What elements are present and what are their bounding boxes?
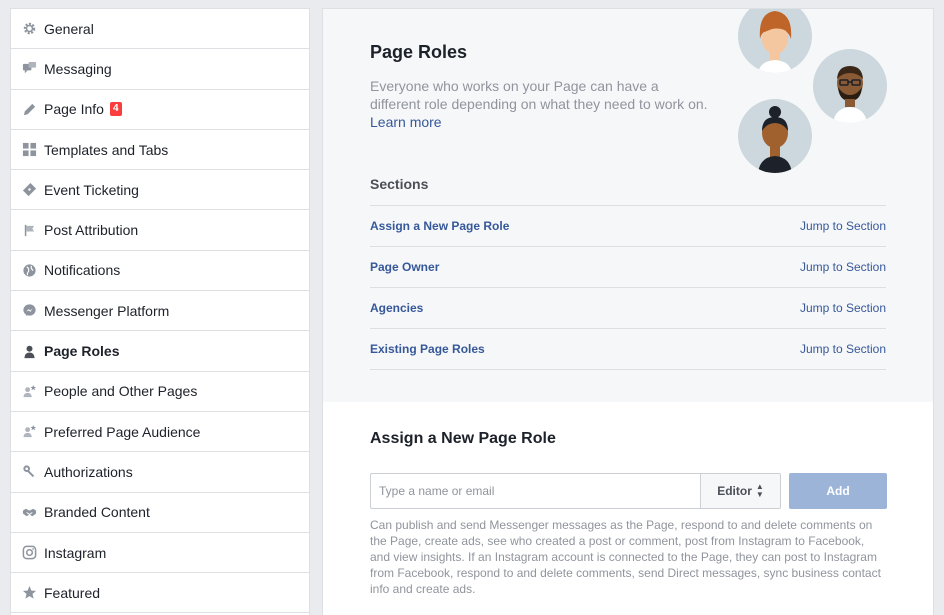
sidebar-item-messenger-platform[interactable]: Messenger Platform	[11, 291, 309, 332]
sidebar-item-authorizations[interactable]: Authorizations	[11, 452, 309, 493]
jump-to-section-link[interactable]: Jump to Section	[800, 219, 886, 233]
sidebar-item-label: Authorizations	[44, 463, 133, 480]
sidebar-item-label: Preferred Page Audience	[44, 423, 201, 440]
sidebar-item-label: Page Info	[44, 101, 104, 118]
sidebar-item-messaging[interactable]: Messaging	[11, 49, 309, 90]
globe-icon	[21, 262, 37, 278]
avatar-illustration-man-glasses	[813, 49, 887, 123]
role-select-dropdown[interactable]: Editor ▲ ▼	[700, 473, 781, 509]
description-text: Everyone who works on your Page can have…	[370, 78, 708, 112]
sidebar-item-label: General	[44, 20, 94, 37]
sidebar-item-people-and-other-pages[interactable]: People and Other Pages	[11, 372, 309, 412]
sidebar-item-label: People and Other Pages	[44, 383, 198, 400]
pencil-icon	[21, 101, 37, 117]
sidebar-item-preferred-page-audience[interactable]: Preferred Page Audience	[11, 412, 309, 453]
sidebar-item-post-attribution[interactable]: Post Attribution	[11, 210, 309, 251]
sidebar-item-label: Templates and Tabs	[44, 141, 169, 158]
sections-heading: Sections	[370, 176, 429, 192]
role-selected-value: Editor	[717, 484, 752, 498]
sidebar-item-label: Branded Content	[44, 504, 150, 521]
role-description: Can publish and send Messenger messages …	[370, 518, 881, 596]
assign-new-role-section: Assign a New Page Role Editor ▲▼ Add Can…	[323, 402, 933, 615]
page-roles-intro: Page Roles Everyone who works on your Pa…	[323, 9, 933, 402]
learn-more-link[interactable]: Learn more	[370, 114, 442, 130]
sidebar-item-branded-content[interactable]: Branded Content	[11, 493, 309, 533]
sidebar-item-templates-and-tabs[interactable]: Templates and Tabs	[11, 130, 309, 171]
section-row: Assign a New Page Role Jump to Section	[370, 205, 886, 246]
section-link-existing-page-roles[interactable]: Existing Page Roles	[370, 342, 485, 356]
sidebar-item-page-roles[interactable]: Page Roles	[11, 331, 309, 372]
people-star-icon	[21, 383, 37, 399]
ticket-icon	[21, 182, 37, 198]
gear-icon	[21, 21, 37, 37]
wrench-icon	[21, 464, 37, 480]
sidebar-item-general[interactable]: General	[11, 9, 309, 50]
page-description: Everyone who works on your Page can have…	[370, 77, 710, 131]
notification-badge: 4	[109, 102, 122, 117]
sidebar-item-label: Messenger Platform	[44, 302, 170, 319]
person-icon	[21, 343, 37, 359]
chat-bubbles-icon	[21, 61, 37, 77]
sidebar-item-instagram[interactable]: Instagram	[11, 533, 309, 574]
sidebar-item-label: Instagram	[44, 544, 107, 561]
sidebar-item-label: Event Ticketing	[44, 181, 139, 198]
sidebar-item-featured[interactable]: Featured	[11, 573, 309, 614]
page-roles-panel: Page Roles Everyone who works on your Pa…	[322, 8, 934, 615]
avatar-illustration-woman-bun	[738, 99, 812, 173]
sidebar-item-label: Page Roles	[44, 343, 120, 360]
section-link-assign-new-role[interactable]: Assign a New Page Role	[370, 219, 509, 233]
sidebar-item-notifications[interactable]: Notifications	[11, 251, 309, 292]
section-link-page-owner[interactable]: Page Owner	[370, 260, 439, 274]
instagram-icon	[21, 545, 37, 561]
assign-section-title: Assign a New Page Role	[370, 430, 556, 447]
jump-to-section-link[interactable]: Jump to Section	[800, 301, 886, 315]
name-or-email-input[interactable]	[370, 473, 701, 509]
add-role-button[interactable]: Add	[789, 473, 887, 509]
grid-icon	[21, 142, 37, 158]
section-row: Existing Page Roles Jump to Section	[370, 328, 886, 369]
jump-to-section-link[interactable]: Jump to Section	[800, 342, 886, 356]
sort-caret-icon: ▲ ▼	[755, 482, 764, 499]
handshake-icon	[21, 504, 37, 520]
sidebar-item-label: Featured	[44, 584, 101, 601]
settings-sidebar: General Messaging Page Info 4 Templates …	[10, 8, 310, 615]
star-icon	[21, 585, 37, 601]
sidebar-item-event-ticketing[interactable]: Event Ticketing	[11, 170, 309, 211]
section-row: Page Owner Jump to Section	[370, 246, 886, 287]
avatar-illustration-woman	[738, 9, 812, 73]
sections-list: Assign a New Page Role Jump to Section P…	[370, 205, 886, 370]
people-star-icon	[21, 424, 37, 440]
sidebar-item-label: Messaging	[44, 60, 112, 77]
jump-to-section-link[interactable]: Jump to Section	[800, 260, 886, 274]
page-title: Page Roles	[370, 42, 468, 62]
section-link-agencies[interactable]: Agencies	[370, 301, 423, 315]
messenger-icon	[21, 303, 37, 319]
sidebar-item-page-info[interactable]: Page Info 4	[11, 90, 309, 130]
sidebar-item-label: Post Attribution	[44, 222, 139, 239]
flag-icon	[21, 222, 37, 238]
section-row: Agencies Jump to Section	[370, 287, 886, 328]
sidebar-item-label: Notifications	[44, 262, 121, 279]
